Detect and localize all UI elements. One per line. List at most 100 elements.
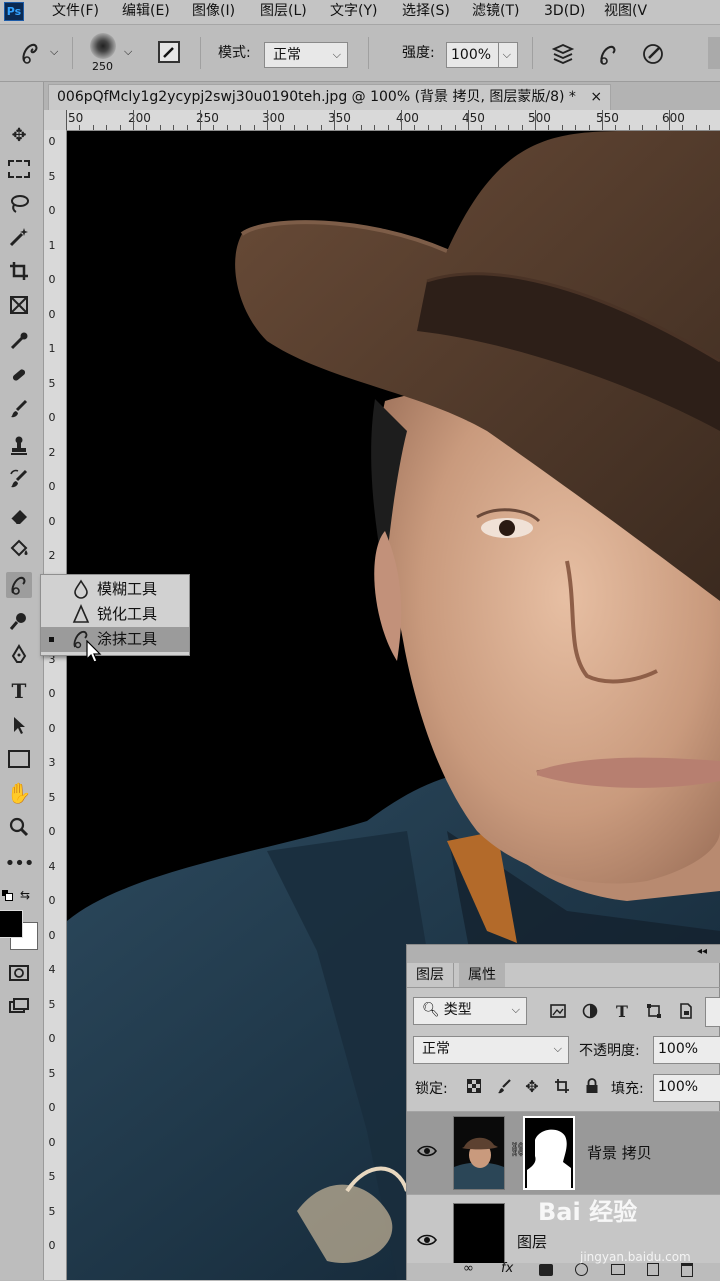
brush-tool-icon[interactable] xyxy=(6,396,32,422)
layer-mask-thumbnail[interactable] xyxy=(523,1116,575,1190)
filter-toggle[interactable] xyxy=(705,997,720,1027)
type-tool-icon[interactable]: T xyxy=(6,678,32,704)
vertical-ruler[interactable]: 050100150200250300350400450500550 xyxy=(44,130,67,1280)
rectangle-tool-icon[interactable] xyxy=(6,746,32,772)
menu-file[interactable]: 文件(F) xyxy=(52,0,99,24)
smudge-tool-preset-icon[interactable] xyxy=(18,39,46,67)
layer-name[interactable]: 图层 xyxy=(517,1231,547,1252)
flyout-item-blur-tool[interactable]: 模糊工具 xyxy=(41,577,189,602)
ruler-corner xyxy=(44,110,66,130)
more-tools-icon[interactable]: ••• xyxy=(5,850,35,876)
move-tool-icon[interactable]: ✥ xyxy=(6,122,32,148)
close-icon[interactable]: × xyxy=(590,89,602,105)
lock-all-icon[interactable] xyxy=(579,1073,605,1099)
flyout-item-smudge-tool[interactable]: 涂抹工具 xyxy=(41,627,189,652)
ruler-label: 0 xyxy=(48,894,56,907)
zoom-tool-icon[interactable] xyxy=(6,814,32,840)
fill-input[interactable]: 100% xyxy=(653,1074,720,1102)
options-overflow xyxy=(708,37,720,69)
magic-wand-tool-icon[interactable] xyxy=(6,224,32,250)
layer-thumbnail xyxy=(453,1116,505,1190)
menu-layer[interactable]: 图层(L) xyxy=(260,0,307,24)
clone-stamp-tool-icon[interactable] xyxy=(6,432,32,458)
crop-tool-icon[interactable] xyxy=(6,258,32,284)
menu-view[interactable]: 视图(V xyxy=(604,0,720,24)
collapse-panel-icon[interactable]: ◂◂ xyxy=(697,946,707,957)
menu-select[interactable]: 选择(S) xyxy=(402,0,450,24)
search-icon: 🔍︎ xyxy=(422,1002,440,1018)
pixel-layer-filter-icon[interactable] xyxy=(545,998,571,1024)
shape-layer-filter-icon[interactable] xyxy=(641,998,667,1024)
marquee-tool-icon[interactable] xyxy=(6,156,32,182)
lasso-tool-icon[interactable] xyxy=(6,190,32,216)
blend-mode-select[interactable]: 正常 ⌵ xyxy=(413,1036,569,1064)
paint-bucket-tool-icon[interactable] xyxy=(6,536,32,562)
dodge-tool-icon[interactable] xyxy=(6,608,32,634)
adjustment-layer-filter-icon[interactable] xyxy=(577,998,603,1024)
brush-panel-toggle-icon[interactable] xyxy=(158,41,180,63)
opacity-value: 100% xyxy=(658,1041,699,1057)
new-adjustment-layer-icon[interactable] xyxy=(575,1263,588,1276)
ruler-label: 600 xyxy=(662,111,685,125)
mode-select[interactable]: 正常 ⌵ xyxy=(264,42,348,68)
pressure-icon[interactable] xyxy=(640,41,666,67)
chevron-down-icon[interactable]: ⌵ xyxy=(124,45,132,59)
history-brush-tool-icon[interactable] xyxy=(6,466,32,492)
swap-colors-icon[interactable]: ⇆ xyxy=(20,888,30,902)
tab-properties[interactable]: 属性 xyxy=(459,963,505,987)
flyout-item-sharpen-tool[interactable]: 锐化工具 xyxy=(41,602,189,627)
eraser-tool-icon[interactable] xyxy=(6,502,32,528)
ruler-label: 1 xyxy=(48,238,56,252)
default-colors-icon[interactable] xyxy=(2,890,13,901)
layer-filter-select[interactable]: 🔍︎ 类型 ⌵ xyxy=(413,997,527,1025)
opacity-input[interactable]: 100% xyxy=(653,1036,720,1064)
eyedropper-tool-icon[interactable] xyxy=(6,328,32,354)
ruler-tick xyxy=(561,125,563,130)
new-group-icon[interactable] xyxy=(611,1264,625,1275)
lock-image-pixels-icon[interactable] xyxy=(491,1073,517,1099)
smart-object-filter-icon[interactable] xyxy=(673,998,699,1024)
ruler-label: 0 xyxy=(48,135,56,148)
link-layers-icon[interactable]: ∞ xyxy=(463,1261,474,1276)
menu-type[interactable]: 文字(Y) xyxy=(330,0,377,24)
brush-preview-icon[interactable] xyxy=(90,33,116,59)
document-tab[interactable]: 006pQfMcly1g2ycypj2swj30u0190teh.jpg @ 1… xyxy=(48,84,612,111)
add-mask-icon[interactable] xyxy=(539,1264,553,1276)
delete-layer-icon[interactable] xyxy=(681,1263,693,1277)
menu-image[interactable]: 图像(I) xyxy=(192,0,235,24)
tab-layers[interactable]: 图层 xyxy=(407,963,454,987)
visibility-eye-icon[interactable] xyxy=(417,1233,439,1249)
finger-painting-icon[interactable] xyxy=(594,41,620,67)
layer-style-icon[interactable]: fx xyxy=(501,1261,513,1276)
new-layer-icon[interactable] xyxy=(647,1263,659,1276)
lock-position-icon[interactable]: ✥ xyxy=(519,1073,545,1099)
lock-transparent-pixels-icon[interactable] xyxy=(461,1073,487,1099)
ruler-tick xyxy=(548,125,550,130)
menu-3d[interactable]: 3D(D) xyxy=(544,0,585,24)
frame-tool-icon[interactable] xyxy=(6,292,32,318)
healing-brush-tool-icon[interactable] xyxy=(6,362,32,388)
horizontal-ruler[interactable]: 50 200 250 300 350 400 450 500 550 600 xyxy=(66,110,720,131)
foreground-color-swatch[interactable] xyxy=(0,910,23,938)
strength-input[interactable]: 100% ⌵ xyxy=(446,42,518,68)
ruler-label: 4 xyxy=(48,963,56,976)
smudge-tool-icon[interactable] xyxy=(6,572,32,598)
menu-filter[interactable]: 滤镜(T) xyxy=(472,0,519,24)
chevron-down-icon[interactable]: ⌵ xyxy=(50,45,58,59)
pen-tool-icon[interactable] xyxy=(6,642,32,668)
path-selection-tool-icon[interactable] xyxy=(6,712,32,738)
menu-edit[interactable]: 编辑(E) xyxy=(122,0,170,24)
type-layer-filter-icon[interactable]: T xyxy=(609,998,635,1024)
visibility-eye-icon[interactable] xyxy=(417,1144,439,1160)
ruler-label: 5 xyxy=(48,1066,56,1080)
lock-artboard-icon[interactable] xyxy=(549,1073,575,1099)
ruler-label: 0 xyxy=(48,825,56,838)
screen-mode-icon[interactable] xyxy=(6,994,32,1020)
ruler-tick xyxy=(159,125,161,130)
layer-row[interactable]: ⛓ 背景 拷贝 xyxy=(407,1111,720,1194)
layer-name[interactable]: 背景 拷贝 xyxy=(587,1142,652,1163)
sample-all-layers-icon[interactable] xyxy=(550,41,576,67)
quick-mask-icon[interactable] xyxy=(6,960,32,986)
ruler-tick xyxy=(253,125,255,130)
hand-tool-icon[interactable]: ✋ xyxy=(6,780,32,806)
